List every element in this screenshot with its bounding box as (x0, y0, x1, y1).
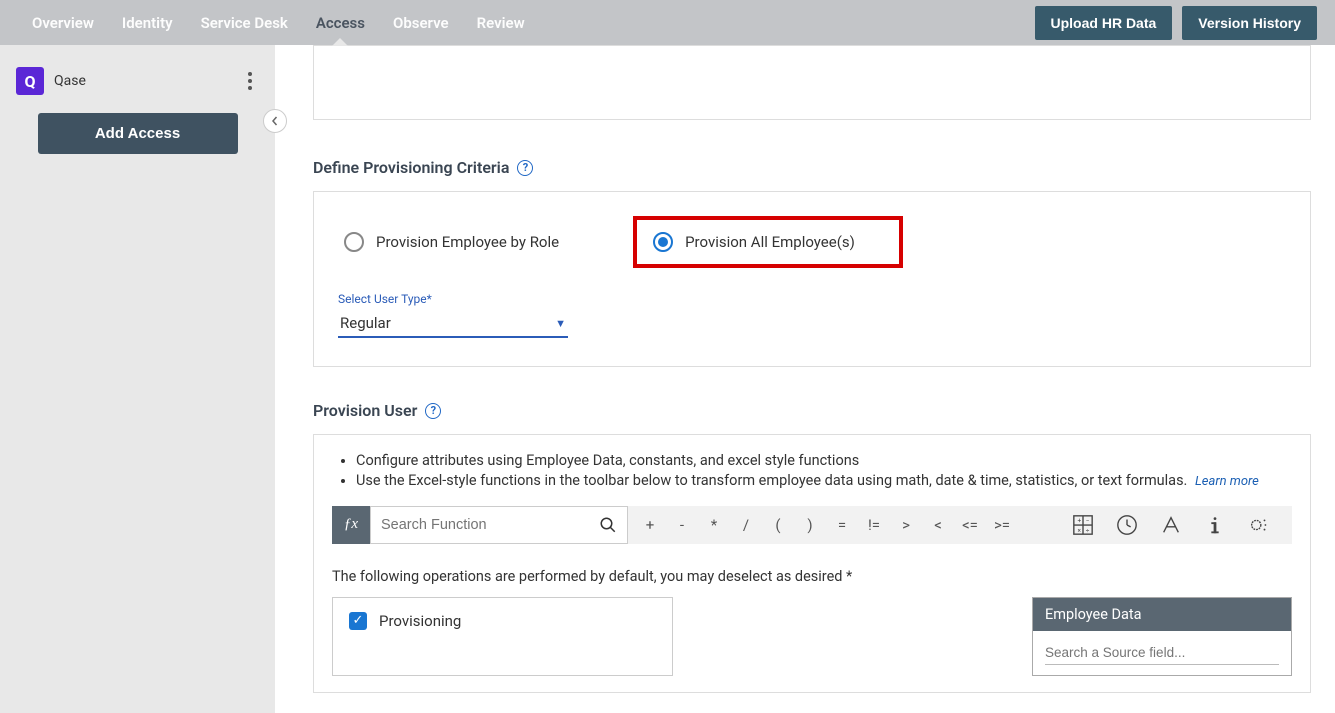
operator-bar: + - * / ( ) = != > < <= >= +−×÷ (628, 506, 1292, 544)
tab-identity[interactable]: Identity (108, 0, 187, 45)
checkbox-label: Provisioning (379, 612, 461, 630)
op-paren-close[interactable]: ) (796, 511, 824, 539)
help-icon[interactable]: ? (425, 403, 441, 419)
op-plus[interactable]: + (636, 511, 664, 539)
select-user-type-value: Regular (340, 314, 391, 332)
tab-access[interactable]: Access (302, 0, 379, 45)
svg-text:−: − (1086, 516, 1090, 524)
add-access-button[interactable]: Add Access (38, 113, 238, 154)
qase-logo-icon: Q (16, 67, 44, 95)
main-content: Define Provisioning Criteria ? Provision… (275, 45, 1335, 713)
chevron-down-icon: ▼ (555, 317, 566, 330)
radio-label-all-employees: Provision All Employee(s) (685, 233, 855, 251)
op-lte[interactable]: <= (956, 511, 984, 539)
op-lt[interactable]: < (924, 511, 952, 539)
op-equals[interactable]: = (828, 511, 856, 539)
collapse-sidebar-icon[interactable] (263, 109, 287, 133)
radio-label-by-role: Provision Employee by Role (376, 233, 559, 251)
default-operations-box: ✓ Provisioning (332, 597, 673, 676)
datetime-category-icon[interactable] (1116, 514, 1138, 536)
function-search[interactable] (370, 506, 628, 544)
function-search-input[interactable] (381, 517, 599, 533)
criteria-card: Provision Employee by Role Provision All… (313, 191, 1311, 367)
op-minus[interactable]: - (668, 511, 696, 539)
function-toolbar: ƒx + - * / ( ) = != > < <= >= (332, 506, 1292, 544)
highlight-annotation: Provision All Employee(s) (633, 216, 903, 268)
sidebar-app-title: Qase (54, 73, 241, 89)
operations-note: The following operations are performed b… (332, 568, 1292, 585)
fx-icon: ƒx (332, 506, 370, 544)
search-icon[interactable] (599, 516, 617, 534)
upload-hr-data-button[interactable]: Upload HR Data (1035, 6, 1173, 40)
top-nav: Overview Identity Service Desk Access Ob… (0, 0, 1335, 45)
version-history-button[interactable]: Version History (1182, 6, 1317, 40)
tab-service-desk[interactable]: Service Desk (187, 0, 302, 45)
op-paren-open[interactable]: ( (764, 511, 792, 539)
nav-tabs: Overview Identity Service Desk Access Ob… (18, 0, 539, 45)
employee-data-panel: Employee Data (1032, 597, 1292, 676)
help-icon[interactable]: ? (517, 160, 533, 176)
select-user-type[interactable]: Regular ▼ (338, 310, 568, 338)
provision-section-title: Provision User ? (313, 401, 1311, 420)
svg-text:÷: ÷ (1086, 526, 1090, 534)
checkbox-checked-icon[interactable]: ✓ (349, 612, 367, 630)
provision-title-text: Provision User (313, 401, 417, 420)
op-gt[interactable]: > (892, 511, 920, 539)
employee-data-search-input[interactable] (1045, 641, 1279, 665)
radio-provision-by-role[interactable]: Provision Employee by Role (338, 224, 573, 260)
select-user-type-label: Select User Type* (338, 292, 568, 306)
tab-review[interactable]: Review (463, 0, 539, 45)
instruction-list: Configure attributes using Employee Data… (332, 451, 1292, 492)
text-category-icon[interactable] (1160, 514, 1182, 536)
instruction-item: Use the Excel-style functions in the too… (356, 471, 1292, 491)
op-divide[interactable]: / (732, 511, 760, 539)
instruction-item: Configure attributes using Employee Data… (356, 451, 1292, 471)
op-gte[interactable]: >= (988, 511, 1016, 539)
top-placeholder-card (313, 45, 1311, 120)
employee-data-header: Employee Data (1033, 598, 1291, 631)
svg-text:+: + (1078, 516, 1082, 524)
criteria-section-title: Define Provisioning Criteria ? (313, 158, 1311, 177)
op-not-equals[interactable]: != (860, 511, 888, 539)
svg-text:×: × (1078, 526, 1082, 534)
instruction-text: Use the Excel-style functions in the too… (356, 472, 1187, 489)
math-category-icon[interactable]: +−× ÷ (1072, 514, 1094, 536)
tab-overview[interactable]: Overview (18, 0, 108, 45)
kebab-menu-icon[interactable] (241, 68, 259, 94)
learn-more-link[interactable]: Learn more (1195, 474, 1259, 489)
checkbox-row-provisioning[interactable]: ✓ Provisioning (349, 612, 656, 630)
sidebar: Q Qase Add Access (0, 45, 275, 713)
settings-category-icon[interactable] (1248, 514, 1270, 536)
provision-card: Configure attributes using Employee Data… (313, 434, 1311, 693)
criteria-title-text: Define Provisioning Criteria (313, 158, 509, 177)
op-multiply[interactable]: * (700, 511, 728, 539)
radio-provision-all-employees[interactable]: Provision All Employee(s) (647, 224, 869, 260)
info-category-icon[interactable] (1204, 514, 1226, 536)
tab-observe[interactable]: Observe (379, 0, 463, 45)
